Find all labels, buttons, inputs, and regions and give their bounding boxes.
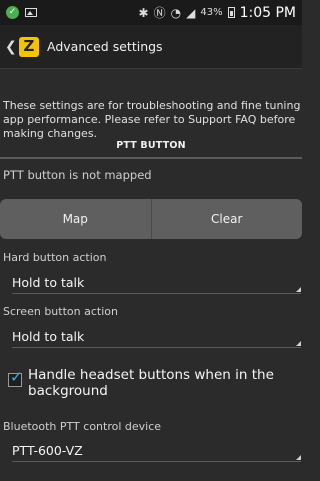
hard-button-label: Hard button action bbox=[3, 251, 107, 264]
clear-button[interactable]: Clear bbox=[150, 199, 303, 239]
headset-label-line: background bbox=[28, 383, 108, 399]
nfc-icon: Ⓝ bbox=[153, 5, 166, 20]
intro-line: app performance. Please refer to Support… bbox=[3, 113, 296, 126]
dropdown-corner-icon bbox=[296, 455, 301, 460]
bluetooth-device-spinner[interactable]: PTT-600-VZ bbox=[0, 439, 302, 461]
headset-checkbox[interactable]: ✓ bbox=[8, 368, 23, 387]
dropdown-corner-icon bbox=[296, 287, 301, 292]
hard-button-value: Hold to talk bbox=[12, 274, 85, 290]
screen-button-spinner[interactable]: Hold to talk bbox=[0, 325, 302, 347]
bluetooth-device-label: Bluetooth PTT control device bbox=[3, 420, 162, 433]
map-button[interactable]: Map bbox=[0, 199, 151, 239]
signal-icon: ◢ bbox=[186, 5, 196, 20]
check-circle-icon: ✓ bbox=[6, 6, 19, 19]
bluetooth-device-value: PTT-600-VZ bbox=[12, 442, 83, 458]
ptt-section-header: PTT BUTTON bbox=[0, 133, 302, 159]
image-icon bbox=[25, 8, 37, 17]
headset-checkbox-row[interactable]: ✓ Handle headset buttons when in the bac… bbox=[8, 367, 274, 399]
clock: 1:05 PM bbox=[239, 4, 296, 21]
action-bar: ❮ Z Advanced settings bbox=[0, 25, 302, 69]
checkmark-icon: ✓ bbox=[10, 368, 23, 386]
status-bar: ✓ ✱ Ⓝ ◔ ◢ 43% 1:05 PM bbox=[0, 0, 302, 25]
hard-button-spinner[interactable]: Hold to talk bbox=[0, 271, 302, 293]
intro-line: These settings are for troubleshooting a… bbox=[3, 99, 301, 112]
ptt-status-text: PTT button is not mapped bbox=[3, 168, 152, 182]
divider bbox=[12, 293, 301, 294]
bluetooth-icon: ✱ bbox=[138, 5, 149, 20]
app-logo-letter: Z bbox=[23, 37, 35, 55]
divider bbox=[12, 461, 301, 462]
screen-button-label: Screen button action bbox=[3, 305, 118, 318]
headset-checkbox-label: Handle headset buttons when in the backg… bbox=[28, 367, 274, 399]
wifi-icon: ◔ bbox=[170, 5, 182, 20]
battery-icon bbox=[227, 7, 235, 18]
dropdown-corner-icon bbox=[296, 341, 301, 346]
back-chevron-icon[interactable]: ❮ bbox=[5, 39, 17, 55]
divider bbox=[12, 347, 301, 348]
ptt-button-row: Map Clear bbox=[0, 199, 302, 239]
battery-percent: 43% bbox=[200, 7, 223, 18]
page-title: Advanced settings bbox=[47, 39, 163, 54]
headset-label-line: Handle headset buttons when in the bbox=[28, 367, 274, 383]
screen-button-value: Hold to talk bbox=[12, 328, 85, 344]
app-logo[interactable]: Z bbox=[19, 36, 39, 57]
